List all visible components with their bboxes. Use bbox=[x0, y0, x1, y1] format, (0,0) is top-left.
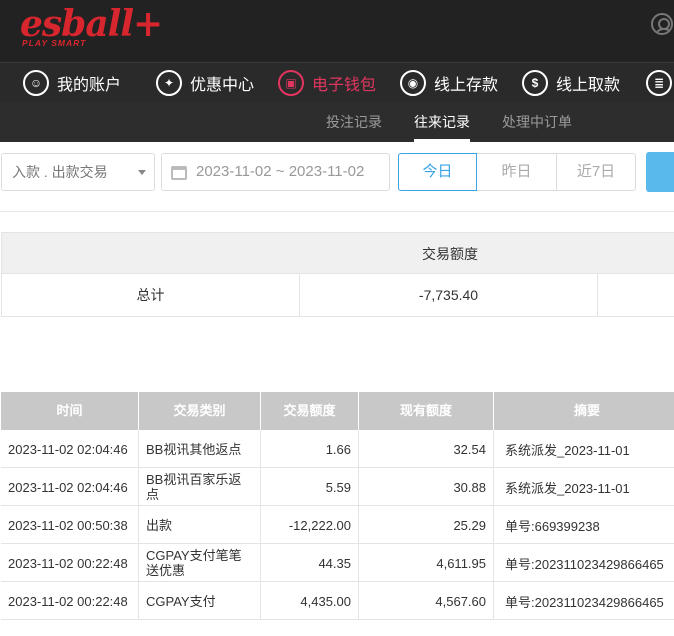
cell-type: CGPAY支付 bbox=[139, 582, 261, 620]
nav-label: 线上存款 bbox=[434, 77, 499, 94]
table-row: 2023-11-02 00:22:48 CGPAY支付 4,435.00 4,5… bbox=[1, 582, 674, 620]
cell-note: 单号:202311023429866465 bbox=[494, 544, 674, 582]
main-nav: ☺ 我的账户 ✦ 优惠中心 ▣ 电子钱包 ◉ 线上存款 $ 线上取款 ≣ bbox=[0, 62, 674, 102]
nav-item-withdraw[interactable]: $ 线上取款 bbox=[522, 63, 620, 103]
nav-label: 我的账户 bbox=[57, 77, 122, 94]
statement-icon: ≣ bbox=[646, 70, 672, 96]
column-header-type[interactable]: 交易类别 bbox=[139, 392, 261, 430]
nav-item-account[interactable]: ☺ 我的账户 bbox=[23, 63, 121, 103]
cell-type: BB视讯其他返点 bbox=[139, 430, 261, 468]
tab-transaction-records[interactable]: 往来记录 bbox=[414, 102, 470, 142]
today-button[interactable]: 今日 bbox=[398, 153, 477, 191]
cell-amount: 4,435.00 bbox=[261, 582, 359, 620]
cell-note: 单号:202311023429866465 bbox=[494, 582, 674, 620]
cell-type: 出款 bbox=[139, 506, 261, 544]
summary-header-label: 交易额度 bbox=[422, 246, 478, 262]
tab-pending-orders[interactable]: 处理中订单 bbox=[502, 102, 572, 142]
esball-logo[interactable]: esball+ PLAY SMART bbox=[20, 4, 163, 52]
logo-tagline: PLAY SMART bbox=[22, 38, 87, 48]
table-row: 2023-11-02 02:04:46 BB视讯其他返点 1.66 32.54 … bbox=[1, 430, 674, 468]
cell-balance: 4,611.95 bbox=[359, 544, 494, 582]
column-header-amount[interactable]: 交易额度 bbox=[261, 392, 359, 430]
nav-label: 线上取款 bbox=[556, 77, 621, 94]
cell-type: CGPAY支付笔笔送优惠 bbox=[139, 544, 261, 582]
table-row: 2023-11-02 00:50:38 出款 -12,222.00 25.29 … bbox=[1, 506, 674, 544]
table-row: 2023-11-02 00:22:48 CGPAY支付笔笔送优惠 44.35 4… bbox=[1, 544, 674, 582]
column-header-note[interactable]: 摘要 bbox=[494, 392, 674, 430]
cell-amount: -12,222.00 bbox=[261, 506, 359, 544]
search-button[interactable] bbox=[646, 152, 674, 192]
column-header-time[interactable]: 时间 bbox=[1, 392, 139, 430]
nav-label: 电子钱包 bbox=[312, 77, 377, 94]
user-icon: ☺ bbox=[23, 70, 49, 96]
cell-amount: 44.35 bbox=[261, 544, 359, 582]
caret-down-icon bbox=[138, 170, 146, 175]
cell-balance: 25.29 bbox=[359, 506, 494, 544]
last-7-days-button[interactable]: 近7日 bbox=[556, 153, 636, 191]
cell-amount: 5.59 bbox=[261, 468, 359, 506]
date-range-value: 2023-11-02 ~ 2023-11-02 bbox=[196, 163, 365, 180]
summary-header: 交易额度 bbox=[1, 232, 674, 274]
nav-item-promotions[interactable]: ✦ 优惠中心 bbox=[156, 63, 254, 103]
cell-note: 系统派发_2023-11-01 bbox=[494, 468, 674, 506]
cell-note: 系统派发_2023-11-01 bbox=[494, 430, 674, 468]
transaction-type-select[interactable]: 入款 . 出款交易 bbox=[1, 153, 155, 191]
account-avatar-icon[interactable] bbox=[651, 13, 673, 35]
sub-nav: 投注记录 往来记录 处理中订单 bbox=[0, 102, 674, 142]
cell-balance: 30.88 bbox=[359, 468, 494, 506]
cell-note: 单号:669399238 bbox=[494, 506, 674, 544]
nav-item-statement[interactable]: ≣ bbox=[646, 63, 672, 103]
cell-time: 2023-11-02 02:04:46 bbox=[1, 430, 139, 468]
cell-balance: 4,567.60 bbox=[359, 582, 494, 620]
date-range-input[interactable]: 2023-11-02 ~ 2023-11-02 bbox=[161, 153, 390, 191]
gift-icon: ✦ bbox=[156, 70, 182, 96]
cell-time: 2023-11-02 00:22:48 bbox=[1, 544, 139, 582]
deposit-icon: ◉ bbox=[400, 70, 426, 96]
wallet-icon: ▣ bbox=[278, 70, 304, 96]
summary-total-label: 总计 bbox=[2, 274, 300, 316]
table-row: 2023-11-02 02:04:46 BB视讯百家乐返点 5.59 30.88… bbox=[1, 468, 674, 506]
cell-time: 2023-11-02 02:04:46 bbox=[1, 468, 139, 506]
top-bar: esball+ PLAY SMART bbox=[0, 0, 674, 62]
summary-row: 总计 -7,735.40 bbox=[1, 274, 674, 317]
cell-time: 2023-11-02 00:22:48 bbox=[1, 582, 139, 620]
nav-label: 优惠中心 bbox=[190, 77, 255, 94]
cell-amount: 1.66 bbox=[261, 430, 359, 468]
summary-total-value: -7,735.40 bbox=[300, 274, 598, 316]
nav-item-wallet[interactable]: ▣ 电子钱包 bbox=[278, 63, 376, 103]
cell-balance: 32.54 bbox=[359, 430, 494, 468]
column-header-balance[interactable]: 现有额度 bbox=[359, 392, 494, 430]
cell-time: 2023-11-02 00:50:38 bbox=[1, 506, 139, 544]
calendar-icon bbox=[171, 166, 187, 180]
cell-type: BB视讯百家乐返点 bbox=[139, 468, 261, 506]
withdraw-icon: $ bbox=[522, 70, 548, 96]
tab-bet-records[interactable]: 投注记录 bbox=[326, 102, 382, 142]
nav-item-deposit[interactable]: ◉ 线上存款 bbox=[400, 63, 498, 103]
divider bbox=[0, 211, 674, 212]
transaction-type-value: 入款 . 出款交易 bbox=[12, 164, 108, 180]
yesterday-button[interactable]: 昨日 bbox=[477, 153, 557, 191]
